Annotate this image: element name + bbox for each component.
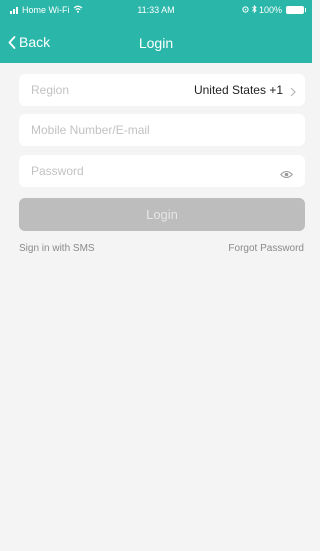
login-button[interactable]: Login <box>19 198 305 231</box>
region-selector[interactable]: Region United States +1 <box>19 74 305 106</box>
sign-in-sms-link[interactable]: Sign in with SMS <box>19 243 95 254</box>
battery-icon <box>286 6 306 14</box>
mobile-email-field[interactable]: Mobile Number/E-mail <box>19 114 305 146</box>
region-value: United States +1 <box>193 83 283 97</box>
status-right: 100% <box>242 4 306 15</box>
password-field[interactable]: Password <box>19 155 305 187</box>
page-title: Login <box>138 35 174 51</box>
mobile-email-placeholder: Mobile Number/E-mail <box>31 123 150 137</box>
chevron-right-icon <box>290 84 296 102</box>
nav-bar: Back Login <box>0 28 312 58</box>
battery-percent: 100% <box>258 5 282 15</box>
forgot-password-link[interactable]: Forgot Password <box>228 243 304 254</box>
location-icon <box>242 5 249 15</box>
status-bar: Home Wi-Fi 11:33 AM 100% <box>0 0 312 22</box>
password-placeholder: Password <box>31 164 84 178</box>
bluetooth-icon <box>252 4 257 15</box>
region-label: Region <box>31 83 70 97</box>
eye-icon[interactable] <box>280 166 293 184</box>
header: Home Wi-Fi 11:33 AM 100% Back Login <box>0 0 312 63</box>
